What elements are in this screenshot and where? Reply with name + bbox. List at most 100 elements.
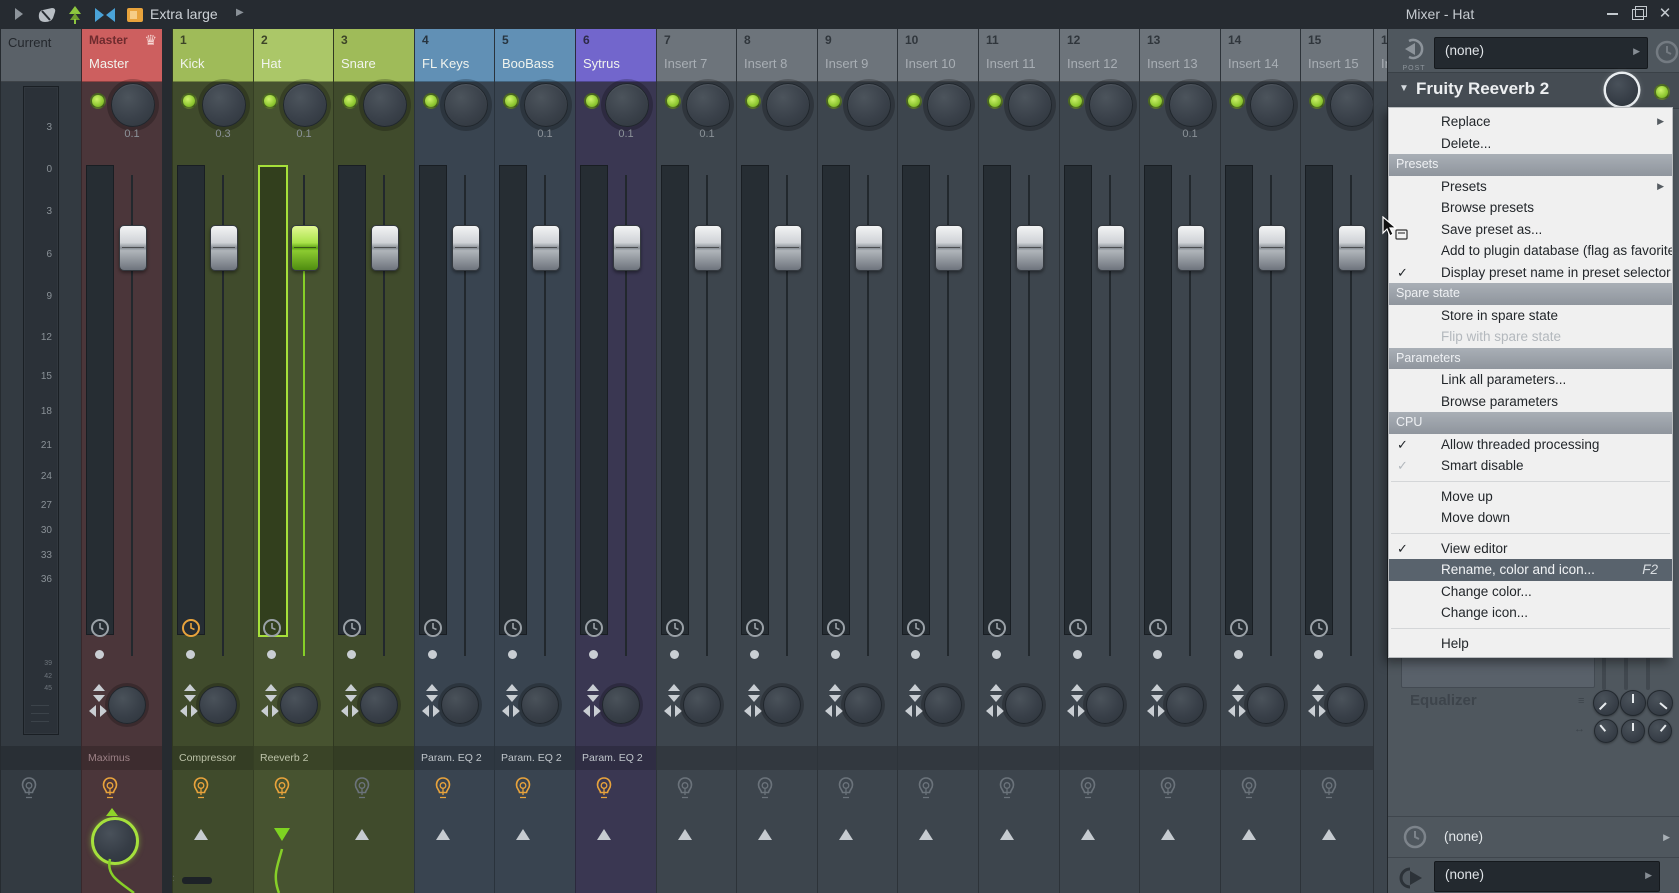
- lamp-icon[interactable]: [513, 776, 533, 807]
- plugin-label-band[interactable]: [737, 746, 817, 770]
- volume-fader[interactable]: [774, 225, 802, 271]
- mute-led[interactable]: [750, 650, 759, 659]
- menu-item-replace[interactable]: Replace ▶: [1389, 111, 1672, 133]
- lamp-icon[interactable]: [100, 776, 120, 807]
- stereo-separation-knob[interactable]: [1247, 686, 1285, 724]
- stereo-separation-icon[interactable]: [501, 704, 521, 723]
- plugin-label-band[interactable]: [1060, 746, 1140, 770]
- volume-fader[interactable]: [855, 225, 883, 271]
- track-header[interactable]: 12 Insert 12: [1060, 29, 1140, 82]
- pan-knob[interactable]: [1330, 83, 1374, 127]
- track-header[interactable]: 4 FL Keys: [415, 29, 495, 82]
- mute-led[interactable]: [1153, 650, 1162, 659]
- stereo-separation-knob[interactable]: [844, 686, 882, 724]
- track-header[interactable]: 9 Insert 9: [818, 29, 898, 82]
- lamp-icon[interactable]: [1158, 776, 1178, 807]
- stereo-separation-knob[interactable]: [924, 686, 962, 724]
- enable-led[interactable]: [826, 93, 842, 109]
- stereo-separation-knob[interactable]: [1086, 686, 1124, 724]
- track-header[interactable]: 6 Sytrus: [576, 29, 656, 82]
- plugin-label-band[interactable]: [334, 746, 414, 770]
- volume-fader[interactable]: [1258, 225, 1286, 271]
- audio-output-slot[interactable]: (none) ▶: [1434, 861, 1660, 892]
- lamp-icon[interactable]: [675, 776, 695, 807]
- plugin-label-band[interactable]: Param. EQ 2: [495, 746, 575, 770]
- enable-led[interactable]: [1229, 93, 1245, 109]
- plugin-label-band[interactable]: [657, 746, 737, 770]
- latency-clock-icon[interactable]: [826, 618, 846, 643]
- track-header[interactable]: Current: [1, 29, 82, 82]
- enable-led[interactable]: [503, 93, 519, 109]
- eq-freq1-knob[interactable]: [1593, 690, 1619, 716]
- menu-item-store-in-spare-state[interactable]: Store in spare state: [1389, 305, 1672, 327]
- latency-clock-icon[interactable]: [906, 618, 926, 643]
- lamp-icon[interactable]: [433, 776, 453, 807]
- track-header[interactable]: 15 Insert 15: [1301, 29, 1381, 82]
- pan-knob[interactable]: [686, 83, 730, 127]
- plugin-slot-row[interactable]: ▼ Fruity Reeverb 2: [1388, 72, 1679, 109]
- stereo-separation-icon[interactable]: [179, 704, 199, 723]
- stereo-separation-icon[interactable]: [985, 704, 1005, 723]
- plugin-label-band[interactable]: [1301, 746, 1381, 770]
- menu-item-rename-color-and-icon[interactable]: Rename, color and icon... F2: [1389, 559, 1672, 581]
- volume-fader[interactable]: [935, 225, 963, 271]
- scrollbar-left-arrow-icon[interactable]: ‹: [173, 870, 174, 885]
- route-to-master-arrow-icon[interactable]: [1161, 829, 1175, 840]
- track-header[interactable]: 2 Hat: [254, 29, 334, 82]
- eq-freq2-knob[interactable]: [1620, 690, 1646, 716]
- plugin-label-band[interactable]: [1221, 746, 1301, 770]
- pan-knob[interactable]: [1008, 83, 1052, 127]
- audio-output-icon[interactable]: [1396, 862, 1428, 892]
- lamp-icon[interactable]: [755, 776, 775, 807]
- enable-led[interactable]: [1148, 93, 1164, 109]
- latency-clock-icon[interactable]: [665, 618, 685, 643]
- stereo-separation-icon[interactable]: [743, 704, 763, 723]
- pan-knob[interactable]: [202, 83, 246, 127]
- eq-freq3-knob[interactable]: [1647, 690, 1673, 716]
- mute-led[interactable]: [1314, 650, 1323, 659]
- route-to-master-arrow-icon[interactable]: [1081, 829, 1095, 840]
- latency-clock-icon[interactable]: [1068, 618, 1088, 643]
- eq-band3-width-knob[interactable]: [1648, 719, 1672, 743]
- mute-led[interactable]: [1073, 650, 1082, 659]
- stereo-separation-knob[interactable]: [521, 686, 559, 724]
- time-slot-clock-icon[interactable]: [1402, 824, 1428, 850]
- latency-clock-icon[interactable]: [423, 618, 443, 643]
- mute-led[interactable]: [831, 650, 840, 659]
- plugin-label-band[interactable]: Maximus: [82, 746, 162, 770]
- mute-led[interactable]: [992, 650, 1001, 659]
- lamp-icon[interactable]: [916, 776, 936, 807]
- enable-led[interactable]: [423, 93, 439, 109]
- menu-item-save-preset-as[interactable]: Save preset as...: [1389, 219, 1672, 241]
- route-to-master-arrow-icon[interactable]: [839, 829, 853, 840]
- time-slot-value[interactable]: (none): [1444, 829, 1483, 844]
- pan-knob[interactable]: [111, 83, 155, 127]
- track-header[interactable]: 7 Insert 7: [657, 29, 737, 82]
- detached-window-icon[interactable]: [124, 4, 146, 26]
- menu-item-delete[interactable]: Delete...: [1389, 133, 1672, 155]
- enable-led[interactable]: [987, 93, 1003, 109]
- menu-item-allow-threaded-processing[interactable]: Allow threaded processing ✓: [1389, 434, 1672, 456]
- menu-item-presets[interactable]: Presets ▶: [1389, 176, 1672, 198]
- lamp-icon[interactable]: [594, 776, 614, 807]
- route-to-master-arrow-icon[interactable]: [919, 829, 933, 840]
- horizontal-scrollbar-thumb[interactable]: [182, 877, 212, 884]
- autoscroll-icon[interactable]: [64, 4, 86, 26]
- route-to-master-arrow-icon[interactable]: [516, 829, 530, 840]
- stereo-separation-knob[interactable]: [441, 686, 479, 724]
- latency-clock-icon[interactable]: [1148, 618, 1168, 643]
- pan-knob[interactable]: [605, 83, 649, 127]
- latency-clock-icon[interactable]: [1229, 618, 1249, 643]
- stereo-separation-icon[interactable]: [824, 704, 844, 723]
- eq-band2-width-knob[interactable]: [1621, 719, 1645, 743]
- volume-fader[interactable]: [291, 225, 319, 271]
- track-header[interactable]: Master Master ♛: [82, 29, 162, 82]
- mute-led[interactable]: [186, 650, 195, 659]
- stereo-separation-knob[interactable]: [360, 686, 398, 724]
- volume-fader[interactable]: [1097, 225, 1125, 271]
- stereo-separation-icon[interactable]: [421, 704, 441, 723]
- volume-fader[interactable]: [1016, 225, 1044, 271]
- enable-led[interactable]: [584, 93, 600, 109]
- menu-item-help[interactable]: Help: [1389, 633, 1672, 655]
- stereo-separation-knob[interactable]: [199, 686, 237, 724]
